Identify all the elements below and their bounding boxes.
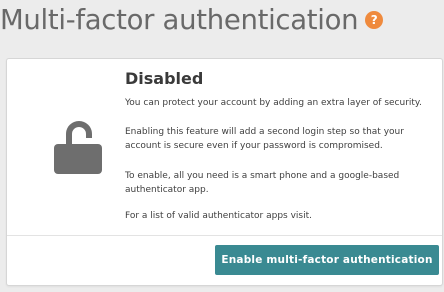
description-paragraph-2: Enabling this feature will add a second … [125, 127, 404, 151]
title-row: Multi-factor authentication ? [0, 0, 384, 40]
enable-mfa-button[interactable]: Enable multi-factor authentication [215, 245, 439, 275]
mfa-card: Disabled You can protect your account by… [6, 58, 443, 286]
description-paragraph-3: To enable, all you need is a smart phone… [125, 171, 400, 195]
page: Multi-factor authentication ? Disabled Y… [0, 0, 444, 292]
page-title: Multi-factor authentication [0, 4, 359, 36]
card-divider [7, 235, 442, 236]
help-icon[interactable]: ? [365, 11, 384, 29]
padlock-body [54, 144, 102, 174]
description-paragraph-1: You can protect your account by adding a… [125, 98, 422, 108]
description-paragraph-4: For a list of valid authenticator apps v… [125, 211, 313, 221]
padlock-shackle [66, 121, 92, 146]
status-title: Disabled [125, 69, 204, 88]
unlocked-padlock-icon [54, 121, 102, 174]
